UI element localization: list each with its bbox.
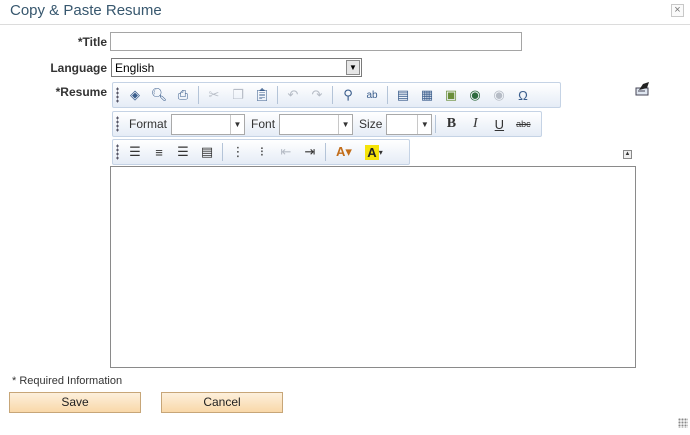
toolbar-separator (277, 86, 278, 104)
italic-button[interactable]: I (463, 113, 487, 135)
cancel-button[interactable]: Cancel (161, 392, 283, 413)
close-icon[interactable]: × (671, 4, 684, 17)
special-char-icon[interactable]: Ω (511, 84, 535, 106)
font-combo[interactable]: ▼ (279, 113, 354, 135)
language-select[interactable]: English ▼ (111, 58, 362, 77)
language-label: Language (50, 61, 107, 75)
resize-grip-icon[interactable] (678, 418, 688, 428)
language-select-value: English (115, 61, 155, 75)
toolbar-row-1: ◈ 🔍︎ ⎙ ✂ ❐ 📋︎ ↶ ↷ ⚲ ab ▤ ▦ ▣ ◉ ◉ Ω (112, 82, 561, 108)
toolbar-separator (332, 86, 333, 104)
align-right-icon[interactable]: ☰ (171, 141, 195, 163)
align-left-icon[interactable]: ☰ (123, 141, 147, 163)
toolbar-separator (435, 115, 437, 133)
copy-icon[interactable]: ❐ (226, 84, 250, 106)
resume-editor[interactable] (110, 166, 636, 368)
chevron-down-icon[interactable]: ▼ (346, 60, 360, 75)
preview-icon[interactable]: 🔍︎ (147, 84, 171, 106)
collapse-toolbar-icon[interactable]: ▲ (623, 150, 632, 159)
font-label: Font (251, 117, 276, 131)
table-icon[interactable]: ▦ (415, 84, 439, 106)
background-color-icon[interactable]: A ▾ (359, 141, 389, 163)
toolbar-row-3: ☰ ≡ ☰ ▤ ⋮ ⁝ ⇤ ⇥ A▾ A ▾ (112, 139, 410, 165)
spell-edit-icon[interactable] (634, 81, 652, 97)
title-divider (0, 24, 690, 25)
title-label: *Title (77, 35, 107, 49)
cut-icon[interactable]: ✂ (202, 84, 226, 106)
resume-label: *Resume (55, 85, 107, 99)
text-color-icon[interactable]: A▾ (329, 141, 359, 163)
bullet-list-icon[interactable]: ⁝ (250, 141, 274, 163)
format-combo[interactable]: ▼ (171, 113, 246, 135)
chevron-down-icon[interactable]: ▼ (338, 114, 352, 134)
chevron-down-icon[interactable]: ▼ (417, 114, 431, 134)
undo-icon[interactable]: ↶ (281, 84, 305, 106)
justify-icon[interactable]: ▤ (195, 141, 219, 163)
source-icon[interactable]: ◈ (123, 84, 147, 106)
title-input[interactable] (110, 32, 522, 51)
dialog-title: Copy & Paste Resume (10, 2, 162, 19)
toolbar-grip[interactable] (116, 87, 119, 103)
required-note: * Required Information (12, 375, 123, 387)
toolbar-separator (198, 86, 199, 104)
link-icon[interactable]: ◉ (463, 84, 487, 106)
size-label: Size (359, 117, 383, 131)
toolbar-separator (325, 143, 326, 161)
size-combo[interactable]: ▼ (386, 113, 433, 135)
unlink-icon[interactable]: ◉ (487, 84, 511, 106)
print-icon[interactable]: ⎙ (171, 84, 195, 106)
format-label: Format (129, 117, 168, 131)
paste-icon[interactable]: 📋︎ (250, 84, 274, 106)
underline-button[interactable]: U (487, 113, 511, 135)
toolbar-grip[interactable] (116, 144, 119, 160)
toolbar-separator (387, 86, 388, 104)
toolbar-row-2: Format ▼ Font ▼ Size ▼ B I U abc (112, 111, 542, 137)
save-button[interactable]: Save (9, 392, 141, 413)
image-icon[interactable]: ▣ (439, 84, 463, 106)
align-center-icon[interactable]: ≡ (147, 141, 171, 163)
spellcheck-icon[interactable]: ab (360, 84, 384, 106)
toolbar-separator (222, 143, 223, 161)
numbered-list-icon[interactable]: ⋮ (226, 141, 250, 163)
redo-icon[interactable]: ↷ (305, 84, 329, 106)
find-icon[interactable]: ⚲ (336, 84, 360, 106)
toolbar-grip[interactable] (116, 116, 119, 132)
chevron-down-icon[interactable]: ▼ (230, 114, 244, 134)
bold-button[interactable]: B (439, 113, 463, 135)
outdent-icon[interactable]: ⇤ (274, 141, 298, 163)
horizontal-rule-icon[interactable]: ▤ (391, 84, 415, 106)
strikethrough-button[interactable]: abc (511, 113, 535, 135)
indent-icon[interactable]: ⇥ (298, 141, 322, 163)
